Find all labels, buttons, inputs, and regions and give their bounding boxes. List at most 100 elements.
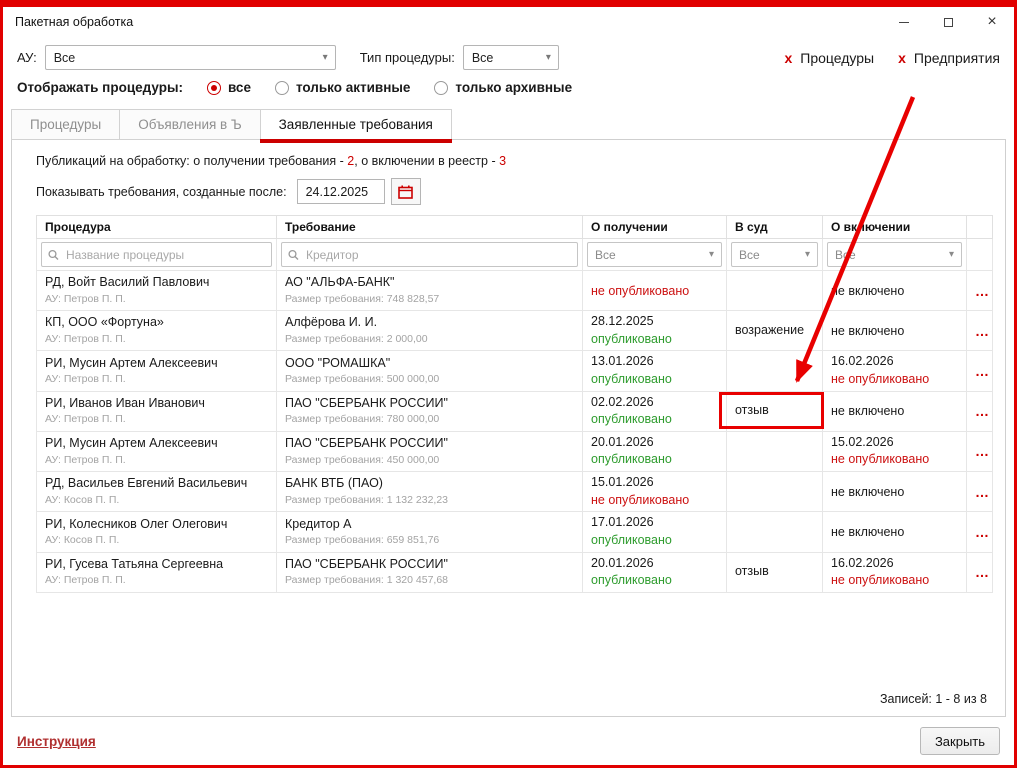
tab-procedures[interactable]: Процедуры	[11, 109, 120, 140]
table-row: РИ, Гусева Татьяна Сергеевна АУ: Петров …	[37, 552, 993, 592]
row-actions-button[interactable]: …	[975, 524, 984, 540]
date-value: 24.12.2025	[306, 185, 369, 199]
chevron-down-icon: ▾	[949, 249, 954, 260]
maximize-icon	[944, 18, 953, 27]
procedure-filter-input[interactable]	[41, 242, 272, 267]
creditor-name: Кредитор А	[285, 517, 574, 533]
court-filter-value: Все	[739, 248, 760, 262]
column-header-procedure: Процедура	[37, 216, 277, 239]
received-status: опубликовано	[591, 533, 718, 549]
claim-cell: АО "АЛЬФА-БАНК" Размер требования: 748 8…	[277, 271, 583, 311]
actions-cell: …	[967, 311, 993, 351]
summary-text: Публикаций на обработку: о получении тре…	[36, 154, 347, 168]
date-filter-label: Показывать требования, созданные после:	[36, 185, 287, 199]
row-actions-button[interactable]: …	[975, 363, 984, 379]
radio-icon	[207, 81, 221, 95]
received-cell: 13.01.2026 опубликовано	[583, 351, 727, 391]
arbitration-manager: АУ: Петров П. П.	[45, 293, 268, 306]
au-select-value: Все	[54, 51, 76, 65]
radio-all-label: все	[228, 80, 251, 95]
received-cell: 28.12.2025 опубликовано	[583, 311, 727, 351]
row-actions-button[interactable]: …	[975, 484, 984, 500]
included-cell: не включено	[823, 271, 967, 311]
clear-companies-button[interactable]: х Предприятия	[898, 50, 1000, 66]
radio-active-only[interactable]: только активные	[275, 80, 410, 95]
claim-amount: Размер требования: 500 000,00	[285, 373, 574, 386]
received-status: опубликовано	[591, 452, 718, 468]
minimize-button[interactable]	[882, 7, 926, 37]
court-cell	[727, 351, 823, 391]
included-cell: 16.02.2026 не опубликовано	[823, 552, 967, 592]
included-cell: не включено	[823, 472, 967, 512]
received-filter-value: Все	[595, 248, 616, 262]
table-row: РИ, Иванов Иван Иванович АУ: Петров П. П…	[37, 391, 993, 431]
actions-cell: …	[967, 431, 993, 471]
radio-active-label: только активные	[296, 80, 410, 95]
procedure-type-select[interactable]: Все ▾	[463, 45, 559, 70]
creditor-name: БАНК ВТБ (ПАО)	[285, 476, 574, 492]
procedure-name: РИ, Колесников Олег Олегович	[45, 517, 268, 533]
procedure-name: РИ, Мусин Артем Алексеевич	[45, 436, 268, 452]
row-actions-button[interactable]: …	[975, 403, 984, 419]
row-actions-button[interactable]: …	[975, 443, 984, 459]
tab-label: Объявления в Ъ	[138, 117, 241, 132]
row-actions-button[interactable]: …	[975, 323, 984, 339]
court-filter-select[interactable]: Все ▾	[731, 242, 818, 267]
creditor-name: ПАО "СБЕРБАНК РОССИИ"	[285, 557, 574, 573]
radio-icon	[434, 81, 448, 95]
tab-label: Заявленные требования	[279, 117, 433, 132]
procedure-name: РИ, Гусева Татьяна Сергеевна	[45, 557, 268, 573]
claim-cell: Алфёрова И. И. Размер требования: 2 000,…	[277, 311, 583, 351]
publications-summary: Публикаций на обработку: о получении тре…	[28, 150, 989, 170]
claim-cell: БАНК ВТБ (ПАО) Размер требования: 1 132 …	[277, 472, 583, 512]
table-row: РИ, Мусин Артем Алексеевич АУ: Петров П.…	[37, 351, 993, 391]
included-filter-select[interactable]: Все ▾	[827, 242, 962, 267]
calendar-icon	[398, 185, 413, 199]
included-cell: 16.02.2026 не опубликовано	[823, 351, 967, 391]
tab-announcements[interactable]: Объявления в Ъ	[119, 109, 260, 140]
calendar-button[interactable]	[391, 178, 421, 205]
clear-filters-group: х Процедуры х Предприятия	[784, 50, 1000, 66]
received-cell: 17.01.2026 опубликовано	[583, 512, 727, 552]
records-count: Записей: 1 - 8 из 8	[28, 686, 989, 706]
court-cell: отзыв	[727, 552, 823, 592]
received-cell: 20.01.2026 опубликовано	[583, 552, 727, 592]
au-label: АУ:	[17, 50, 37, 65]
received-date: 15.01.2026	[591, 475, 718, 491]
au-select[interactable]: Все ▾	[45, 45, 336, 70]
procedure-cell: РИ, Мусин Артем Алексеевич АУ: Петров П.…	[37, 431, 277, 471]
maximize-button[interactable]	[926, 7, 970, 37]
claim-amount: Размер требования: 780 000,00	[285, 413, 574, 426]
included-filter-value: Все	[835, 248, 856, 262]
instruction-link[interactable]: Инструкция	[17, 734, 96, 749]
close-button[interactable]: Закрыть	[920, 727, 1000, 755]
procedure-name: РИ, Мусин Артем Алексеевич	[45, 356, 268, 372]
tab-claims[interactable]: Заявленные требования	[260, 109, 452, 140]
row-actions-button[interactable]: …	[975, 564, 984, 580]
close-window-button[interactable]: ×	[970, 7, 1014, 37]
claims-table: Процедура Требование О получении В суд О…	[36, 215, 993, 593]
radio-archived-only[interactable]: только архивные	[434, 80, 572, 95]
received-cell: 02.02.2026 опубликовано	[583, 391, 727, 431]
court-cell: возражение	[727, 311, 823, 351]
radio-all[interactable]: все	[207, 80, 251, 95]
actions-cell: …	[967, 351, 993, 391]
claim-cell: ПАО "СБЕРБАНК РОССИИ" Размер требования:…	[277, 391, 583, 431]
clear-procedures-button[interactable]: х Процедуры	[784, 50, 874, 66]
arbitration-manager: АУ: Косов П. П.	[45, 494, 268, 507]
table-header-row: Процедура Требование О получении В суд О…	[37, 216, 993, 239]
date-input[interactable]: 24.12.2025	[297, 179, 385, 204]
included-status: не включено	[831, 284, 958, 300]
clear-procedures-label: Процедуры	[800, 50, 874, 66]
table-row: РИ, Мусин Артем Алексеевич АУ: Петров П.…	[37, 431, 993, 471]
creditor-filter-input[interactable]	[281, 242, 578, 267]
tab-bar: Процедуры Объявления в Ъ Заявленные треб…	[3, 105, 1014, 140]
received-filter-select[interactable]: Все ▾	[587, 242, 722, 267]
creditor-name: ПАО "СБЕРБАНК РОССИИ"	[285, 436, 574, 452]
procedure-type-label: Тип процедуры:	[360, 50, 455, 65]
column-header-received: О получении	[583, 216, 727, 239]
row-actions-button[interactable]: …	[975, 283, 984, 299]
search-icon	[288, 249, 299, 260]
date-filter-row: Показывать требования, созданные после: …	[28, 170, 989, 215]
clear-x-icon: х	[898, 50, 906, 66]
